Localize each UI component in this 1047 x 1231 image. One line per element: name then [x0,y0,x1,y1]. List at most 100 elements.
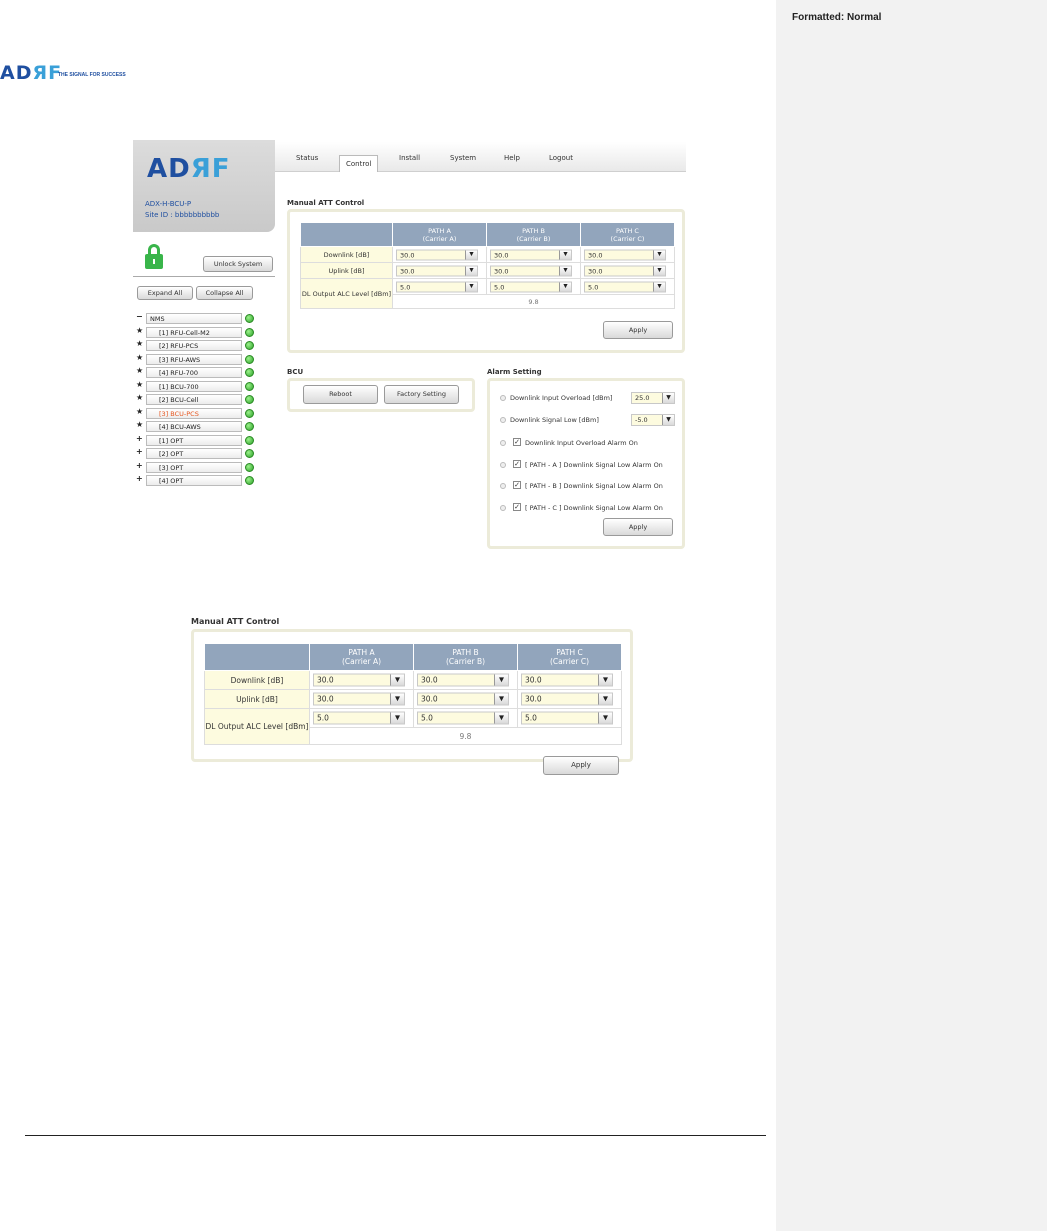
att-select[interactable]: 5.0 ▼ [521,711,613,725]
tree-toggle-icon[interactable]: ★ [136,353,143,362]
chevron-down-icon[interactable]: ▼ [653,266,665,275]
chevron-down-icon[interactable]: ▼ [559,282,571,291]
reboot-button[interactable]: Reboot [303,385,378,404]
tree-toggle-icon[interactable]: ★ [136,407,143,416]
tree-node[interactable]: ★ [2] BCU-Cell [133,393,259,406]
chevron-down-icon[interactable]: ▼ [559,250,571,259]
tree-node[interactable]: ★ [4] BCU-AWS [133,420,259,433]
chevron-down-icon[interactable]: ▼ [598,674,612,686]
tree-node-label[interactable]: [2] RFU-PCS [146,340,242,351]
att-select[interactable]: 30.0 ▼ [584,249,666,260]
chevron-down-icon[interactable]: ▼ [494,712,508,724]
alarm-apply-button[interactable]: Apply [603,518,673,536]
att-select[interactable]: 5.0 ▼ [313,711,405,725]
tree-toggle-icon[interactable]: ★ [136,366,143,375]
tree-node[interactable]: ★ [3] RFU-AWS [133,353,259,366]
manual-att-apply-button-small[interactable]: Apply [603,321,673,339]
tree-node-label[interactable]: [4] RFU-700 [146,367,242,378]
chevron-down-icon[interactable]: ▼ [390,674,404,686]
att-select[interactable]: 30.0 ▼ [490,265,572,276]
tab-status[interactable]: Status [296,154,318,162]
radio-icon[interactable] [500,483,506,489]
radio-icon[interactable] [500,440,506,446]
tree-toggle-icon[interactable]: + [136,461,143,470]
att-select[interactable]: 30.0 ▼ [396,265,478,276]
chevron-down-icon[interactable]: ▼ [494,693,508,705]
factory-setting-button[interactable]: Factory Setting [384,385,459,404]
att-select[interactable]: 30.0 ▼ [521,692,613,706]
tree-toggle-icon[interactable]: + [136,474,143,483]
tree-node-label[interactable]: NMS [146,313,242,324]
chevron-down-icon[interactable]: ▼ [598,712,612,724]
checkbox-checked-icon[interactable]: ✓ [513,502,521,511]
tree-node[interactable]: ★ [1] BCU-700 [133,380,259,393]
tree-node[interactable]: + [1] OPT [133,434,259,447]
att-select[interactable]: 30.0 ▼ [417,673,509,687]
chevron-down-icon[interactable]: ▼ [390,693,404,705]
manual-att-apply-button-large[interactable]: Apply [543,756,619,775]
tree-toggle-icon[interactable]: ★ [136,420,143,429]
tree-node[interactable]: + [4] OPT [133,474,259,487]
tree-node-label[interactable]: [1] RFU-Cell-M2 [146,326,242,338]
tree-node-label[interactable]: [3] OPT [146,461,242,473]
att-select[interactable]: 30.0 ▼ [313,692,405,706]
tab-install[interactable]: Install [399,154,420,162]
tree-node[interactable]: + [2] OPT [133,447,259,460]
att-select[interactable]: 30.0 ▼ [521,673,613,687]
radio-icon[interactable] [500,395,506,401]
tree-toggle-icon[interactable]: ★ [136,380,143,389]
tree-node[interactable]: ★ [2] RFU-PCS [133,339,259,352]
tree-node-label[interactable]: [4] OPT [146,475,242,486]
att-select[interactable]: 30.0 ▼ [490,249,572,260]
tree-toggle-icon[interactable]: ★ [136,393,143,402]
tree-node-label[interactable]: [2] BCU-Cell [146,394,242,405]
chevron-down-icon[interactable]: ▼ [494,674,508,686]
tab-help[interactable]: Help [504,154,520,162]
tree-toggle-icon[interactable]: + [136,434,143,443]
signal-low-select[interactable]: -5.0 ▼ [631,414,675,426]
att-select[interactable]: 5.0 ▼ [417,711,509,725]
chevron-down-icon[interactable]: ▼ [662,393,674,403]
radio-icon[interactable] [500,417,506,423]
input-overload-select[interactable]: 25.0 ▼ [631,392,675,404]
tree-node-label[interactable]: [2] OPT [146,448,242,459]
att-select[interactable]: 5.0 ▼ [584,281,666,292]
checkbox-checked-icon[interactable]: ✓ [513,438,521,446]
tab-control[interactable]: Control [339,155,379,172]
unlock-system-button[interactable]: Unlock System [203,256,273,272]
tree-node[interactable]: − NMS [133,312,259,325]
tree-toggle-icon[interactable]: − [136,312,143,321]
chevron-down-icon[interactable]: ▼ [465,266,477,275]
chevron-down-icon[interactable]: ▼ [390,712,404,724]
chevron-down-icon[interactable]: ▼ [662,415,674,425]
att-select[interactable]: 30.0 ▼ [417,692,509,706]
tree-node-label[interactable]: [3] BCU-PCS [146,407,242,419]
tree-toggle-icon[interactable]: ★ [136,339,143,348]
att-select[interactable]: 30.0 ▼ [584,265,666,276]
tree-node-label[interactable]: [1] OPT [146,434,242,446]
chevron-down-icon[interactable]: ▼ [465,282,477,291]
tab-logout[interactable]: Logout [549,154,573,162]
att-select[interactable]: 30.0 ▼ [396,249,478,260]
chevron-down-icon[interactable]: ▼ [653,282,665,291]
att-select[interactable]: 30.0 ▼ [313,673,405,687]
collapse-all-button[interactable]: Collapse All [196,286,253,300]
checkbox-checked-icon[interactable]: ✓ [513,459,521,468]
radio-icon[interactable] [500,504,506,511]
radio-icon[interactable] [500,461,506,468]
chevron-down-icon[interactable]: ▼ [465,250,477,259]
tree-node[interactable]: ★ [4] RFU-700 [133,366,259,379]
tree-toggle-icon[interactable]: + [136,447,143,456]
chevron-down-icon[interactable]: ▼ [559,266,571,275]
tree-node-label[interactable]: [1] BCU-700 [146,380,242,392]
chevron-down-icon[interactable]: ▼ [653,250,665,259]
tab-system[interactable]: System [450,154,476,162]
tree-node[interactable]: ★ [1] RFU-Cell-M2 [133,326,259,339]
expand-all-button[interactable]: Expand All [137,286,193,300]
tree-node[interactable]: + [3] OPT [133,461,259,474]
att-select[interactable]: 5.0 ▼ [490,281,572,292]
tree-toggle-icon[interactable]: ★ [136,326,143,335]
tree-node[interactable]: ★ [3] BCU-PCS [133,407,259,420]
chevron-down-icon[interactable]: ▼ [598,693,612,705]
tree-node-label[interactable]: [3] RFU-AWS [146,353,242,365]
